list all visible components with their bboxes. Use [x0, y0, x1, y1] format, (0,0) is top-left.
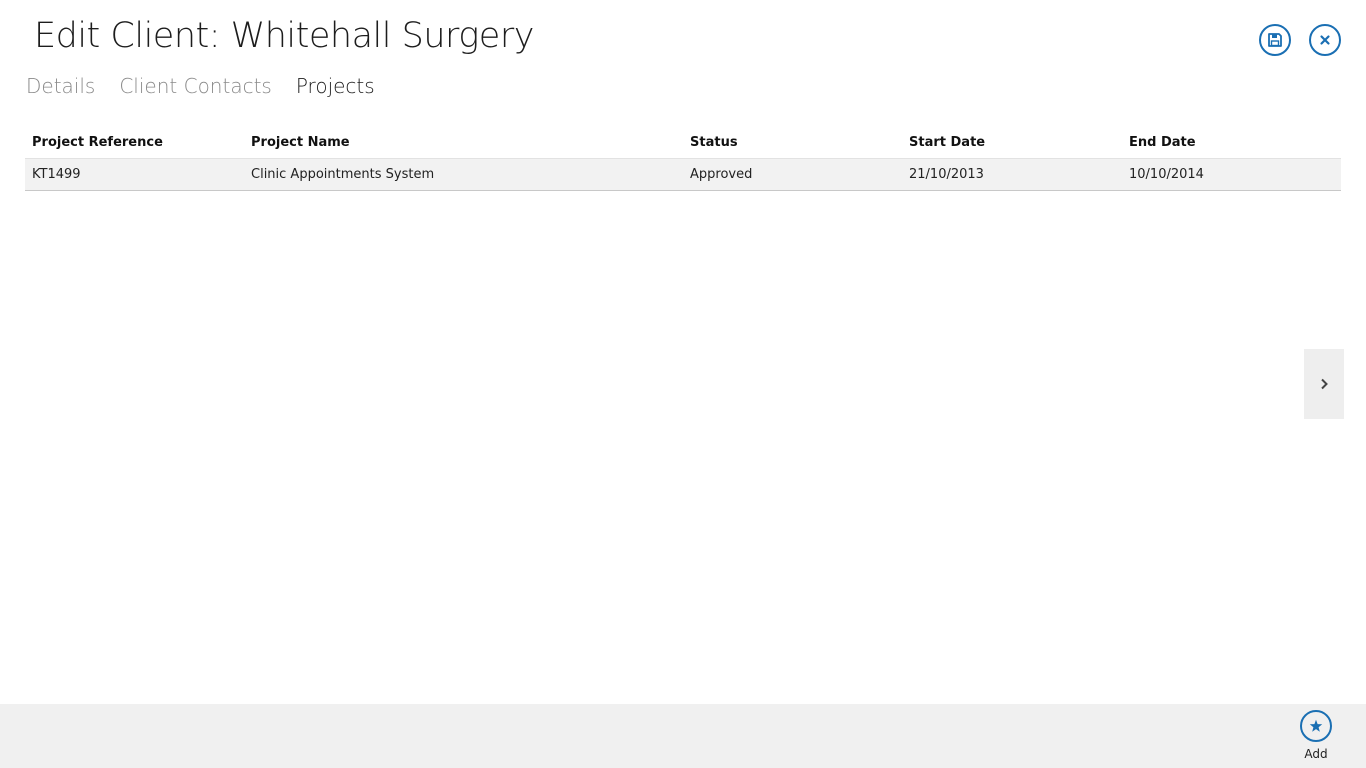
column-header-project-name[interactable]: Project Name	[244, 135, 683, 150]
cell-end-date: 10/10/2014	[1129, 167, 1204, 182]
table-header: Project Reference Project Name Status St…	[25, 127, 1341, 159]
tab-strip: Details Client Contacts Projects	[26, 74, 375, 98]
save-button[interactable]	[1259, 24, 1291, 56]
app-bar: Add	[0, 704, 1366, 768]
save-icon	[1268, 33, 1282, 47]
column-header-end-date[interactable]: End Date	[1122, 135, 1341, 150]
cell-project-name: Clinic Appointments System	[251, 167, 435, 182]
add-button[interactable]: Add	[1300, 710, 1332, 761]
tab-client-contacts[interactable]: Client Contacts	[119, 74, 272, 98]
add-button-label: Add	[1304, 747, 1328, 761]
tab-projects[interactable]: Projects	[296, 74, 375, 98]
close-button[interactable]	[1309, 24, 1341, 56]
header-actions	[1259, 24, 1341, 56]
chevron-right-icon	[1321, 378, 1328, 390]
cell-start-date: 21/10/2013	[909, 167, 984, 182]
cell-status: Approved	[690, 167, 753, 182]
projects-table: Project Reference Project Name Status St…	[25, 127, 1341, 191]
add-button-circle[interactable]	[1300, 710, 1332, 742]
column-header-start-date[interactable]: Start Date	[902, 135, 1122, 150]
page-title: Edit Client: Whitehall Surgery	[34, 16, 534, 56]
edit-client-page: Edit Client: Whitehall Surgery Details C…	[0, 0, 1366, 768]
column-header-status[interactable]: Status	[683, 135, 902, 150]
close-icon	[1320, 35, 1330, 45]
star-icon	[1309, 719, 1323, 732]
next-page-button[interactable]	[1304, 349, 1344, 419]
tab-details[interactable]: Details	[26, 74, 95, 98]
cell-project-reference: KT1499	[32, 167, 81, 182]
table-row[interactable]: KT1499 Clinic Appointments System Approv…	[25, 159, 1341, 191]
column-header-project-reference[interactable]: Project Reference	[25, 135, 244, 150]
